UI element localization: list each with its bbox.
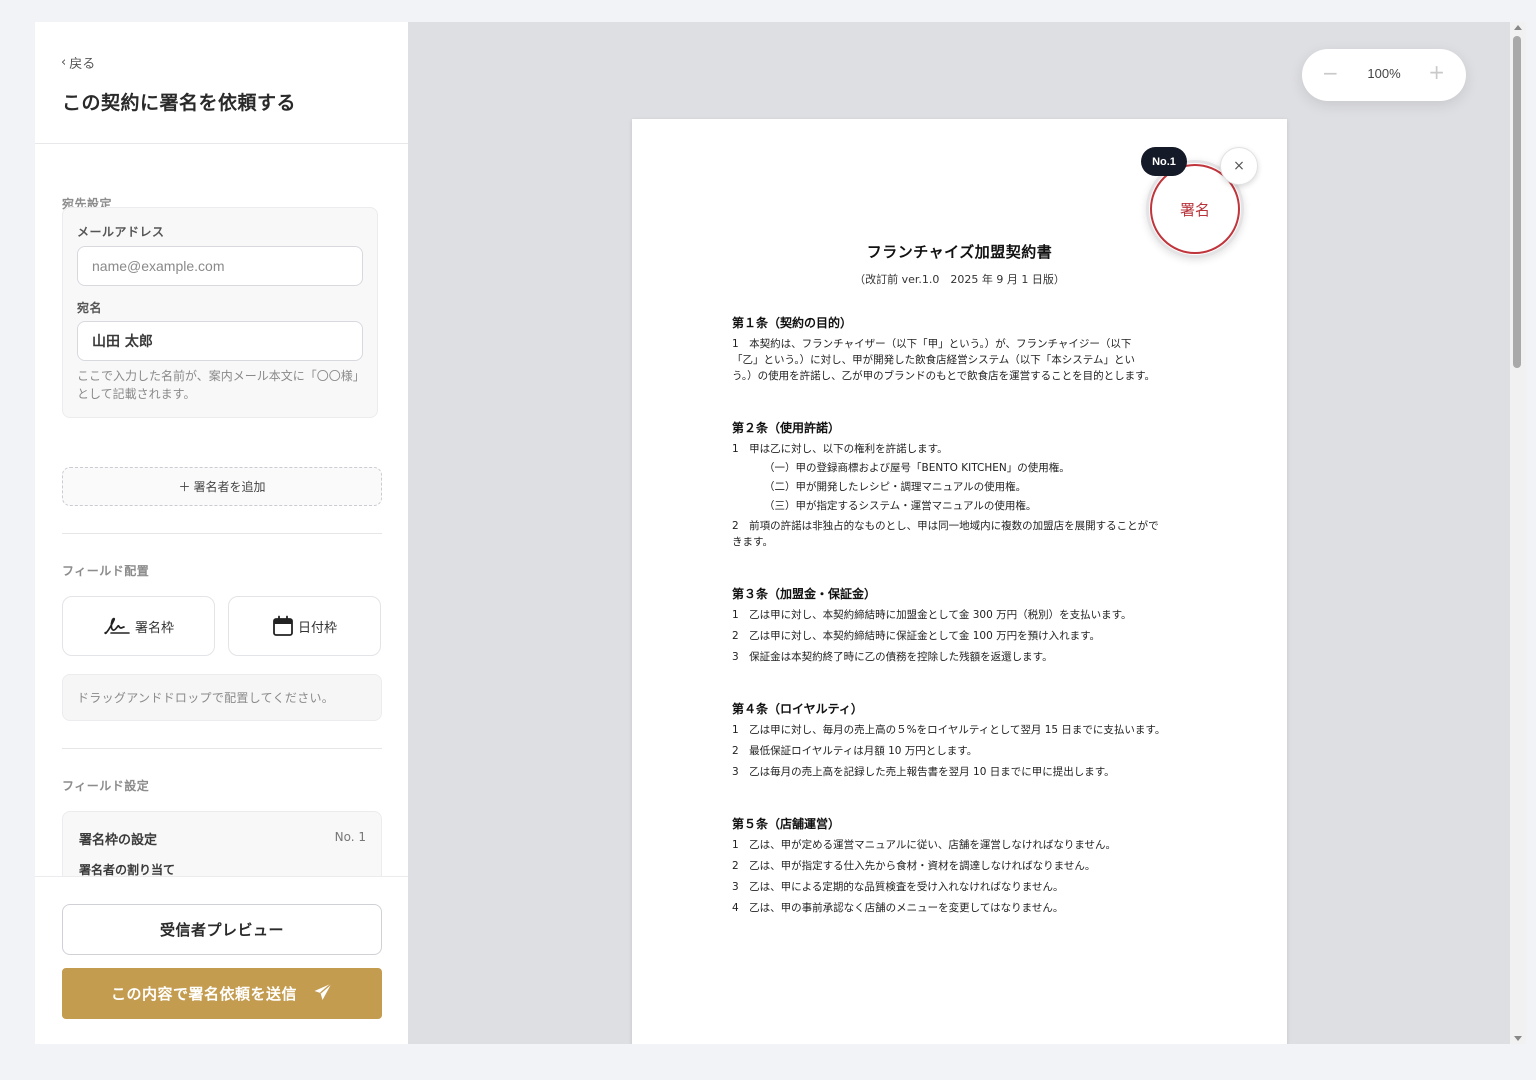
signature-field-tool[interactable]: 署名枠 xyxy=(62,596,215,656)
paper-plane-icon xyxy=(313,982,333,1006)
scroll-up-arrow-icon[interactable] xyxy=(1514,25,1522,30)
divider xyxy=(62,533,382,534)
article-line: 1 乙は甲に対し、毎月の売上高の５%をロイヤルティとして翌月 15 日までに支払… xyxy=(732,724,1166,736)
field-settings-card: 署名枠の設定 No. 1 署名者の割り当て xyxy=(62,811,382,876)
article-line: 1 甲は乙に対し、以下の権利を許諾します。 xyxy=(732,443,948,455)
calendar-icon xyxy=(272,615,294,637)
divider xyxy=(62,748,382,749)
back-link[interactable]: ‹ 戻る xyxy=(61,53,95,72)
scrollbar[interactable] xyxy=(1510,22,1526,1044)
close-icon: × xyxy=(1233,158,1245,174)
signer-assign-label: 署名者の割り当て xyxy=(79,863,176,876)
signature-field-text: 署名 xyxy=(1179,200,1210,219)
settings-title: 署名枠の設定 xyxy=(79,833,158,848)
scrollbar-thumb[interactable] xyxy=(1513,36,1521,368)
document-canvas: − 100% + フランチャイズ加盟契約書 （改訂前 ver.1.0 2025 … xyxy=(408,22,1510,1044)
article-line: （二）甲が開発したレシピ・調理マニュアルの使用権。 xyxy=(764,481,1027,493)
article-line: （三）甲が指定するシステム・運営マニュアルの使用権。 xyxy=(764,500,1037,512)
signature-number-badge: No.1 xyxy=(1141,147,1187,176)
article-title: 第５条（店舗運営） xyxy=(732,817,841,831)
add-signer-label: 署名者を追加 xyxy=(193,480,266,494)
article-line: 2 前項の許諾は非独占的なものとし、甲は同一地域内に複数の加盟店を展開することが… xyxy=(732,520,1159,532)
scroll-down-arrow-icon[interactable] xyxy=(1514,1036,1522,1041)
name-label: 宛名 xyxy=(77,301,103,315)
email-label: メールアドレス xyxy=(77,225,165,239)
send-button-label: この内容で署名依頼を送信 xyxy=(110,985,297,1003)
back-label: 戻る xyxy=(69,57,96,72)
date-field-tool[interactable]: 日付枠 xyxy=(228,596,381,656)
article-line: 1 本契約は、フランチャイザー（以下「甲」という。）が、フランチャイジー（以下 xyxy=(732,338,1132,350)
signature-tool-label: 署名枠 xyxy=(134,620,174,636)
field-section-label: フィールド配置 xyxy=(62,564,150,578)
document-page: フランチャイズ加盟契約書 （改訂前 ver.1.0 2025 年 9 月 1 日… xyxy=(632,119,1287,1044)
article-line: きます。 xyxy=(732,536,773,548)
settings-number: No. 1 xyxy=(334,830,366,844)
article-line: 2 乙は、甲が指定する仕入先から食材・資材を調達しなければなりません。 xyxy=(732,860,1096,872)
recipient-card: メールアドレス 宛名 ここで入力した名前が、案内メール本文に「〇〇様」として記載… xyxy=(62,207,378,418)
sidebar-header: ‹ 戻る この契約に署名を依頼する xyxy=(35,22,408,144)
article-line: （一）甲の登録商標および屋号「BENTO KITCHEN」の使用権。 xyxy=(764,462,1070,474)
article-line: 3 乙は毎月の売上高を記録した売上報告書を翌月 10 日までに甲に提出します。 xyxy=(732,766,1115,778)
send-request-button[interactable]: この内容で署名依頼を送信 xyxy=(62,968,382,1019)
document-subtitle: （改訂前 ver.1.0 2025 年 9 月 1 日版） xyxy=(854,273,1065,286)
date-tool-label: 日付枠 xyxy=(297,620,337,636)
article-line: 「乙」という。）に対し、甲が開発した飲食店経営システム（以下「本システム」とい xyxy=(732,354,1135,366)
name-hint: ここで入力した名前が、案内メール本文に「〇〇様」として記載されます。 xyxy=(77,369,365,401)
sidebar: ‹ 戻る この契約に署名を依頼する 宛先設定 メールアドレス 宛名 ここで入力し… xyxy=(35,22,408,1044)
remove-field-button[interactable]: × xyxy=(1220,147,1258,185)
article-line: 3 保証金は本契約終了時に乙の債務を控除した残額を返還します。 xyxy=(732,651,1053,663)
signature-icon xyxy=(103,616,131,636)
sidebar-footer: 受信者プレビュー この内容で署名依頼を送信 xyxy=(35,876,408,1044)
recipient-preview-button[interactable]: 受信者プレビュー xyxy=(62,904,382,955)
add-signer-button[interactable]: ＋ 署名者を追加 xyxy=(62,467,382,506)
chevron-left-icon: ‹ xyxy=(61,55,67,70)
field-settings-section-label: フィールド設定 xyxy=(62,779,150,793)
article-line: 1 乙は、甲が定める運営マニュアルに従い、店舗を運営しなければなりません。 xyxy=(732,839,1117,851)
name-field[interactable] xyxy=(77,321,363,361)
zoom-control: − 100% + xyxy=(1302,49,1466,101)
plus-icon: ＋ xyxy=(178,480,191,494)
article-line: 4 乙は、甲の事前承認なく店舗のメニューを変更してはなりません。 xyxy=(732,902,1064,914)
article-line: 3 乙は、甲による定期的な品質検査を受け入れなければなりません。 xyxy=(732,881,1064,893)
drag-drop-hint: ドラッグアンドドロップで配置してください。 xyxy=(62,674,382,721)
article-line: 2 最低保証ロイヤルティは月額 10 万円とします。 xyxy=(732,745,978,757)
email-field[interactable] xyxy=(77,246,363,286)
zoom-in-button[interactable]: + xyxy=(1428,62,1445,82)
article-line: 2 乙は甲に対し、本契約締結時に保証金として金 100 万円を預け入れます。 xyxy=(732,630,1101,642)
article-title: 第１条（契約の目的） xyxy=(732,316,853,330)
article-line: う。）の使用を許諾し、乙が甲のブランドのもとで飲食店を運営することを目的とします… xyxy=(732,370,1156,382)
sidebar-scroll-area: 宛先設定 メールアドレス 宛名 ここで入力した名前が、案内メール本文に「〇〇様」… xyxy=(35,144,408,876)
page-title: この契約に署名を依頼する xyxy=(62,92,297,114)
article-title: 第３条（加盟金・保証金） xyxy=(732,587,877,601)
article-title: 第４条（ロイヤルティ） xyxy=(732,702,863,716)
article-line: 1 乙は甲に対し、本契約締結時に加盟金として金 300 万円（税別）を支払います… xyxy=(732,609,1132,621)
article-title: 第２条（使用許諾） xyxy=(732,421,841,435)
